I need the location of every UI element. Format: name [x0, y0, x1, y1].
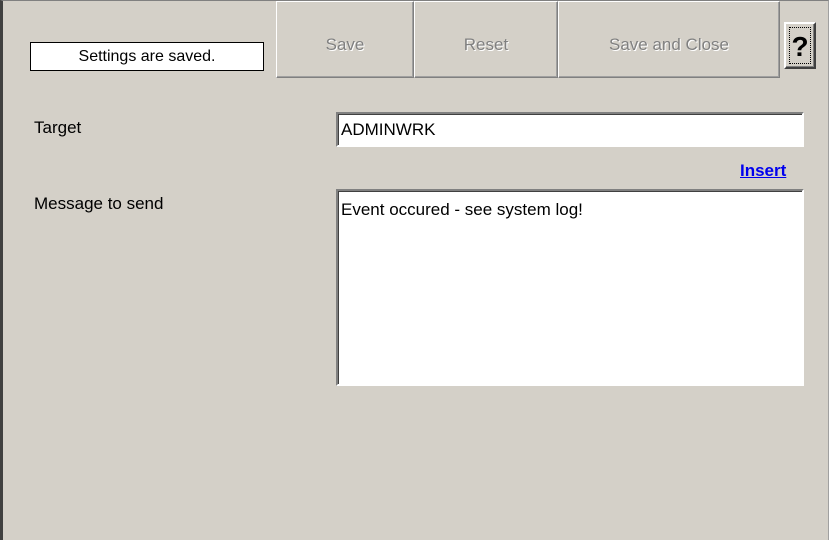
message-label: Message to send	[34, 194, 164, 213]
target-label: Target	[34, 118, 82, 137]
reset-button-label: Reset	[463, 35, 509, 54]
insert-link[interactable]: Insert	[740, 161, 786, 181]
target-input[interactable]	[336, 112, 804, 147]
reset-button[interactable]: Reset	[414, 1, 558, 78]
question-mark-icon: ?	[789, 27, 811, 64]
status-message: Settings are saved.	[30, 42, 264, 71]
save-button-label: Save	[325, 35, 365, 54]
save-button[interactable]: Save	[276, 1, 414, 78]
help-button[interactable]: ?	[784, 22, 816, 69]
save-and-close-button-label: Save and Close	[608, 35, 730, 54]
message-textarea[interactable]: Event occured - see system log!	[336, 189, 804, 386]
settings-panel: Settings are saved. Save Reset Save and …	[0, 0, 829, 540]
save-and-close-button[interactable]: Save and Close	[558, 1, 780, 78]
